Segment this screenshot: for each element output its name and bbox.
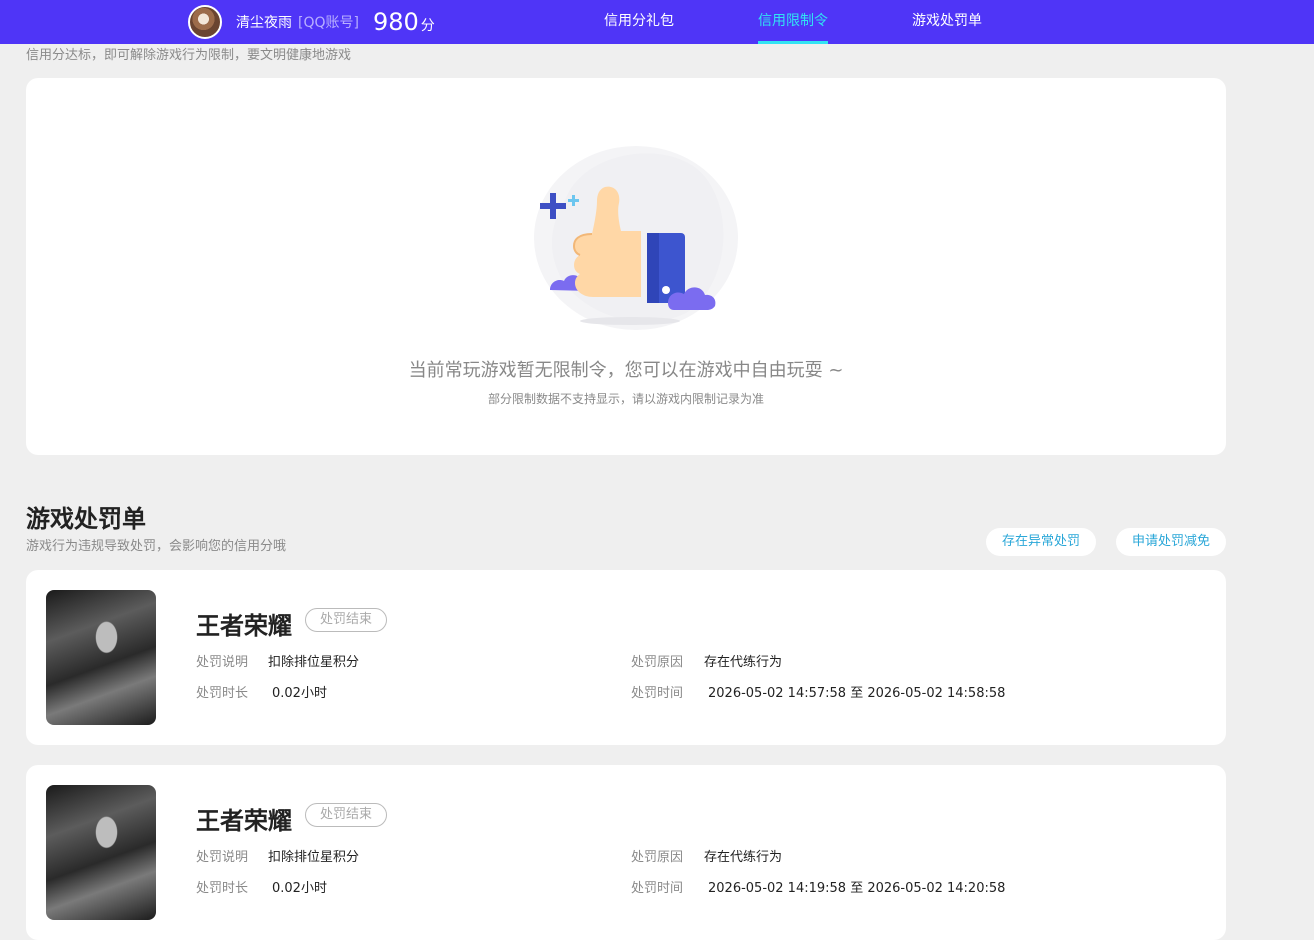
penalty-section-subtitle: 游戏行为违规导致处罚，会影响您的信用分哦	[26, 539, 287, 554]
avatar[interactable]	[188, 5, 222, 39]
top-bar: 清尘夜雨 [QQ账号] 980 分 信用分礼包 信用限制令 游戏处罚单	[0, 0, 1314, 44]
restriction-subtitle: 信用分达标，即可解除游戏行为限制，要文明健康地游戏	[26, 48, 352, 63]
penalty-time-value: 2026-05-02 14:19:58 至 2026-05-02 14:20:5…	[708, 881, 1006, 896]
user-info: 清尘夜雨 [QQ账号] 980 分	[188, 3, 435, 41]
penalty-card: 王者荣耀 处罚结束 处罚说明 扣除排位星积分 处罚时长 0.02小时 处罚原因 …	[26, 570, 1226, 745]
tab-credit-gift[interactable]: 信用分礼包	[604, 0, 674, 44]
credit-score-unit: 分	[420, 18, 435, 34]
penalty-time-label: 处罚时间	[631, 881, 684, 896]
penalty-time-label: 处罚时间	[631, 686, 684, 701]
penalty-desc-value: 扣除排位星积分	[268, 850, 360, 865]
game-cover-image	[46, 785, 156, 920]
apply-reduction-button[interactable]: 申请处罚减免	[1116, 528, 1226, 556]
penalty-time-value: 2026-05-02 14:57:58 至 2026-05-02 14:58:5…	[708, 686, 1006, 701]
account-type: [QQ账号]	[298, 15, 359, 31]
thumbs-up-illustration	[534, 146, 738, 330]
tab-game-penalty[interactable]: 游戏处罚单	[912, 0, 982, 44]
credit-score: 980	[372, 8, 419, 36]
empty-state-title: 当前常玩游戏暂无限制令，您可以在游戏中自由玩耍 ~	[408, 360, 844, 381]
penalty-duration-label: 处罚时长	[196, 686, 249, 701]
penalty-duration-label: 处罚时长	[196, 881, 249, 896]
empty-state-note: 部分限制数据不支持显示，请以游戏内限制记录为准	[487, 392, 764, 406]
penalty-card: 王者荣耀 处罚结束 处罚说明 扣除排位星积分 处罚时长 0.02小时 处罚原因 …	[26, 765, 1226, 940]
penalty-desc-label: 处罚说明	[196, 655, 249, 670]
penalty-reason-value: 存在代练行为	[704, 655, 783, 670]
penalty-duration-value: 0.02小时	[272, 686, 327, 701]
penalty-reason-label: 处罚原因	[631, 655, 684, 670]
status-badge: 处罚结束	[305, 803, 388, 827]
username: 清尘夜雨	[236, 15, 292, 31]
penalty-reason-value: 存在代练行为	[704, 850, 783, 865]
abnormal-penalty-button[interactable]: 存在异常处罚	[986, 528, 1096, 556]
game-cover-image	[46, 590, 156, 725]
penalty-reason-label: 处罚原因	[631, 850, 684, 865]
game-name: 王者荣耀	[196, 807, 292, 835]
restriction-card: 当前常玩游戏暂无限制令，您可以在游戏中自由玩耍 ~ 部分限制数据不支持显示，请以…	[26, 78, 1226, 455]
tab-credit-restriction[interactable]: 信用限制令	[758, 0, 828, 44]
penalty-section-title: 游戏处罚单	[26, 505, 146, 533]
penalty-duration-value: 0.02小时	[272, 881, 327, 896]
status-badge: 处罚结束	[305, 608, 388, 632]
penalty-desc-label: 处罚说明	[196, 850, 249, 865]
game-name: 王者荣耀	[196, 612, 292, 640]
penalty-desc-value: 扣除排位星积分	[268, 655, 360, 670]
